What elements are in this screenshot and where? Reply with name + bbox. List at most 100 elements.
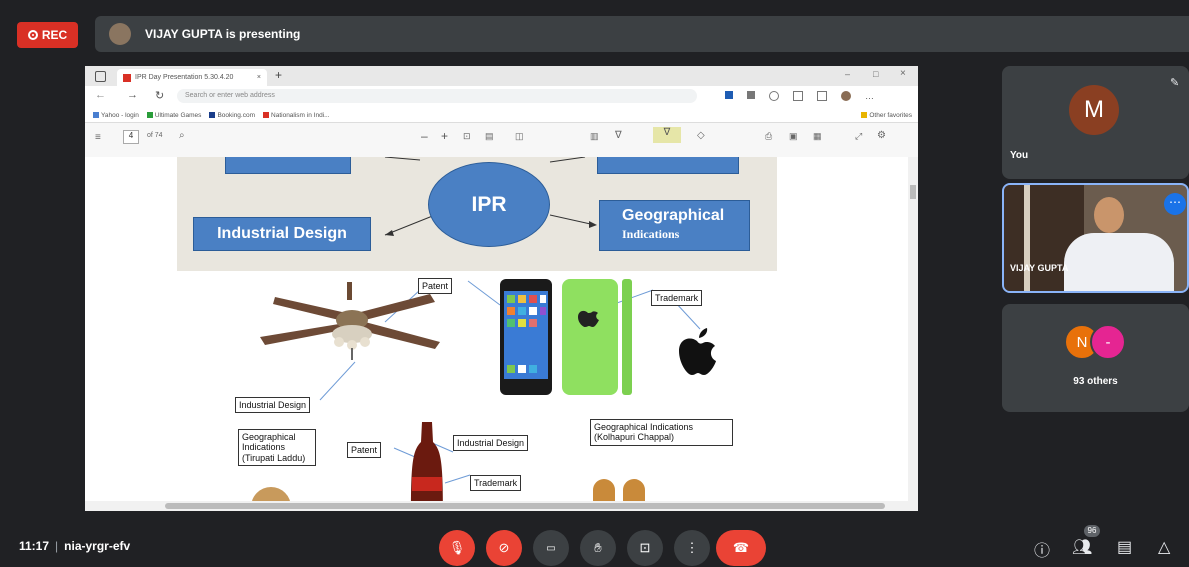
zoom-in-icon[interactable]: + — [441, 129, 448, 143]
label-gi-laddu: Geographical Indications (Tirupati Laddu… — [238, 429, 316, 467]
print-icon[interactable]: ⎙ — [765, 131, 772, 142]
label-gi-chappal: Geographical Indications (Kolhapuri Chap… — [590, 419, 733, 446]
vertical-scrollbar[interactable] — [908, 157, 918, 511]
mic-off-icon: ✎ — [1170, 77, 1180, 89]
highlight-icon[interactable]: ∇ — [615, 130, 622, 141]
industrial-design-box: Industrial Design — [193, 217, 371, 251]
chat-icon[interactable]: ▤ — [1117, 537, 1132, 557]
meeting-info: 11:17 | nia-yrgr-efv — [19, 539, 130, 553]
apple-logo-image — [679, 328, 716, 375]
mic-off-icon: 🎙︎ — [448, 540, 466, 555]
favorite-star-icon[interactable] — [793, 91, 803, 101]
present-screen-icon: ⊡ — [639, 540, 651, 555]
geographical-indications-box: Geographical Indications — [599, 200, 750, 251]
label-industrial-design-fan: Industrial Design — [235, 397, 311, 414]
horizontal-scrollbar[interactable] — [85, 501, 908, 511]
draw-icon[interactable]: ▥ — [590, 131, 599, 142]
back-icon[interactable]: ← — [95, 89, 106, 101]
separator: | — [55, 539, 59, 553]
presenter-banner: VIJAY GUPTA is presenting — [95, 16, 1189, 52]
gi-box-line1: Geographical — [622, 207, 725, 224]
forward-icon[interactable]: → — [127, 89, 138, 101]
refresh-ext-icon[interactable] — [769, 91, 779, 101]
more-options-button[interactable]: ⋮ — [674, 530, 710, 566]
tab-title: IPR Day Presentation 5.30.4.20 — [135, 74, 234, 81]
browser-tab-bar: IPR Day Presentation 5.30.4.20 × + – □ × — [85, 66, 918, 86]
profile-avatar[interactable] — [841, 91, 851, 101]
participant-tile-presenter[interactable]: VIJAY GUPTA ⋯ — [1002, 183, 1189, 293]
participant-tile-you[interactable]: M You ✎ — [1002, 66, 1189, 179]
contents-icon[interactable]: ≡ — [95, 132, 101, 143]
clock-time: 11:17 — [19, 539, 50, 553]
mic-off-button[interactable]: 🎙︎ — [439, 530, 475, 566]
page-view-icon[interactable]: ▤ — [485, 131, 494, 142]
more-options-icon[interactable]: ⋯ — [1164, 193, 1186, 215]
highlighter-active[interactable]: ∇ — [653, 127, 681, 143]
participant-tile-others[interactable]: N - 93 others — [1002, 304, 1189, 412]
collections-icon[interactable] — [817, 91, 827, 101]
zoom-out-icon[interactable]: – — [421, 129, 428, 143]
browser-tab[interactable]: IPR Day Presentation 5.30.4.20 × — [117, 69, 267, 86]
label-trademark-bottle: Trademark — [470, 475, 522, 492]
refresh-icon[interactable]: ↻ — [155, 89, 164, 102]
browser-toolbar-icons: … — [725, 91, 874, 101]
captions-button[interactable]: ▭ — [533, 530, 569, 566]
label-industrial-design-bottle: Industrial Design — [453, 435, 529, 452]
window-icon — [95, 71, 106, 82]
pdf-page: IPR Industrial Design Geographical Indic… — [85, 157, 918, 511]
close-tab-icon[interactable]: × — [257, 74, 261, 81]
read-aloud-icon[interactable]: ◫ — [515, 131, 524, 142]
presenter-text: VIJAY GUPTA is presenting — [145, 27, 301, 41]
more-vert-icon: ⋮ — [685, 540, 699, 555]
close-window-icon[interactable]: × — [900, 68, 906, 79]
fullscreen-icon[interactable]: ⤢ — [855, 131, 862, 142]
favorite-item[interactable]: Ultimate Games — [146, 112, 201, 119]
other-favorites[interactable]: Other favorites — [861, 112, 912, 119]
you-label: You — [1010, 150, 1029, 161]
more-icon[interactable]: … — [865, 91, 874, 101]
captions-icon: ▭ — [546, 542, 556, 554]
avatar: - — [1090, 324, 1126, 360]
erase-icon[interactable]: ◇ — [697, 130, 705, 141]
horizontal-scroll-thumb[interactable] — [165, 503, 885, 509]
favorites-bar: Yahoo - login Ultimate Games Booking.com… — [85, 108, 918, 123]
favorite-item[interactable]: Yahoo - login — [93, 112, 139, 119]
raise-hand-button[interactable]: ✋︎ — [580, 530, 616, 566]
people-icon[interactable]: 👥︎ — [1072, 537, 1092, 557]
meeting-details-icon[interactable]: ⓘ — [1034, 537, 1050, 561]
favorite-item[interactable]: Booking.com — [209, 112, 255, 119]
reader-icon[interactable] — [747, 91, 755, 99]
address-input[interactable]: Search or enter web address — [177, 89, 697, 103]
activities-icon[interactable]: △ — [1158, 537, 1170, 557]
extension-icon[interactable] — [725, 91, 733, 99]
shared-screen: IPR Day Presentation 5.30.4.20 × + – □ ×… — [85, 66, 918, 511]
new-tab-icon[interactable]: + — [275, 68, 282, 82]
present-button[interactable]: ⊡ — [627, 530, 663, 566]
camera-off-button[interactable]: ⊘ — [486, 530, 522, 566]
leave-call-button[interactable]: ☎︎ — [716, 530, 766, 566]
rec-label: REC — [41, 28, 68, 42]
others-count-label: 93 others — [1073, 376, 1118, 387]
settings-icon[interactable]: ⚙ — [877, 130, 886, 141]
fit-page-icon[interactable]: ⊡ — [463, 131, 471, 142]
ipr-circle: IPR — [428, 162, 550, 247]
maximize-icon[interactable]: □ — [873, 69, 878, 79]
presenter-face — [1094, 197, 1124, 233]
gi-box-line2: Indications — [622, 227, 680, 241]
presenter-avatar — [109, 23, 131, 45]
vertical-scroll-thumb[interactable] — [910, 185, 916, 199]
label-patent-fan: Patent — [418, 278, 453, 295]
save-icon[interactable]: ▣ — [789, 131, 798, 142]
people-count-badge: 96 — [1084, 525, 1100, 537]
presenter-name-label: VIJAY GUPTA — [1010, 263, 1069, 273]
favorite-item[interactable]: Nationalism in Indi... — [263, 112, 330, 119]
iphone-image — [500, 279, 632, 395]
page-number-input[interactable]: 4 — [123, 130, 139, 144]
recording-badge: REC — [17, 22, 78, 48]
ceiling-fan-image — [260, 282, 440, 360]
label-trademark-phone: Trademark — [651, 290, 703, 307]
search-icon[interactable]: ⌕ — [179, 130, 185, 141]
minimize-icon[interactable]: – — [845, 69, 850, 79]
pdf-icon — [123, 73, 131, 82]
save-as-icon[interactable]: ▦ — [813, 131, 822, 142]
